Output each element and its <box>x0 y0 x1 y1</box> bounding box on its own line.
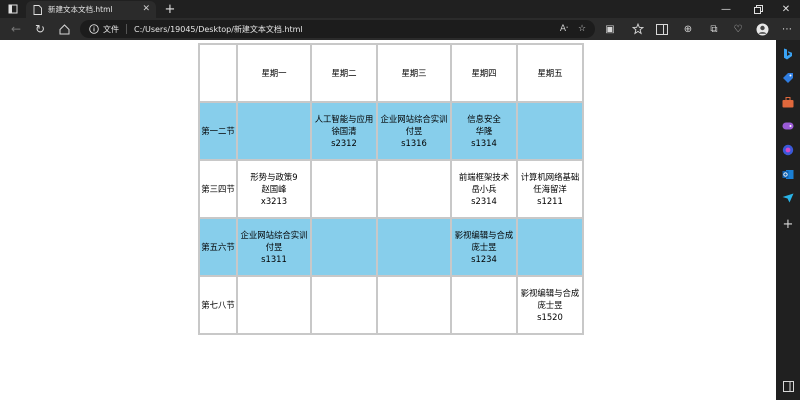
period-label: 第一二节 <box>199 102 237 160</box>
course-cell <box>311 160 377 218</box>
tab-current[interactable]: 新建文本文档.html ✕ <box>26 1 156 18</box>
course-cell: 计算机网络基础 任海留洋 s1211 <box>517 160 583 218</box>
file-icon <box>32 4 43 15</box>
add-sidebar-app-icon[interactable]: + <box>780 216 796 232</box>
header-cell-friday: 星期五 <box>517 44 583 102</box>
course-cell <box>377 160 451 218</box>
period-row: 第五六节 企业网站综合实训 付昱 s1311 影视编辑与合成 庞士昱 s1234 <box>199 218 583 276</box>
course-cell <box>311 218 377 276</box>
tab-close-icon[interactable]: ✕ <box>142 4 150 14</box>
tab-title: 新建文本文档.html <box>48 5 113 14</box>
course-cell: 人工智能与应用 徐国清 s2312 <box>311 102 377 160</box>
period-label: 第七八节 <box>199 276 237 334</box>
toolbar: ← ↻ 文件 C:/Users/19045/Desktop/新建文本文档.htm… <box>0 18 800 40</box>
address-divider <box>126 24 127 34</box>
send-icon[interactable] <box>780 190 796 206</box>
tab-actions-icon[interactable] <box>2 0 24 18</box>
collections-icon[interactable]: ⊕ <box>680 21 696 37</box>
course-cell: 影视编辑与合成 庞士昱 s1234 <box>451 218 517 276</box>
course-cell <box>237 276 311 334</box>
course-cell <box>517 218 583 276</box>
games-icon[interactable] <box>780 118 796 134</box>
header-cell-tuesday: 星期二 <box>311 44 377 102</box>
restore-button[interactable] <box>744 0 772 18</box>
header-cell-thursday: 星期四 <box>451 44 517 102</box>
split-screen-icon[interactable]: ▣ <box>602 21 618 37</box>
edge-sidebar: + <box>776 40 800 400</box>
address-scheme-label: 文件 <box>103 24 119 34</box>
read-aloud-icon[interactable]: Aᵃ <box>557 22 571 36</box>
tag-icon[interactable] <box>780 70 796 86</box>
period-row: 第七八节 影视编辑与合成 庞士昱 s1520 <box>199 276 583 334</box>
info-icon[interactable] <box>88 24 99 35</box>
favorite-star-icon[interactable]: ☆ <box>575 22 589 36</box>
course-cell: 企业网站综合实训 付昱 s1311 <box>237 218 311 276</box>
period-label: 第三四节 <box>199 160 237 218</box>
refresh-button[interactable]: ↻ <box>30 20 50 38</box>
more-menu-icon[interactable]: ⋯ <box>779 21 795 37</box>
address-url[interactable]: C:/Users/19045/Desktop/新建文本文档.html <box>134 24 303 35</box>
address-bar[interactable]: 文件 C:/Users/19045/Desktop/新建文本文档.html Aᵃ… <box>80 20 595 38</box>
home-button[interactable] <box>54 20 74 38</box>
period-label: 第五六节 <box>199 218 237 276</box>
back-button[interactable]: ← <box>6 20 26 38</box>
close-window-button[interactable]: ✕ <box>772 0 800 18</box>
page-viewport: 星期一 星期二 星期三 星期四 星期五 第一二节 人工智能与应用 徐国清 s2312… <box>0 40 776 400</box>
course-cell <box>237 102 311 160</box>
period-row: 第一二节 人工智能与应用 徐国清 s2312 企业网站综合实训 付昱 s1316 信息安… <box>199 102 583 160</box>
course-cell <box>377 276 451 334</box>
favorites-icon[interactable] <box>630 21 646 37</box>
profile-avatar-icon[interactable] <box>754 21 770 37</box>
course-cell: 形势与政策9 赵国峰 x3213 <box>237 160 311 218</box>
course-cell: 前端框架技术 岳小兵 s2314 <box>451 160 517 218</box>
browser-essentials-icon[interactable]: ♡ <box>730 21 746 37</box>
course-cell: 企业网站综合实训 付昱 s1316 <box>377 102 451 160</box>
copilot-icon[interactable] <box>780 142 796 158</box>
extensions-icon[interactable]: ⧉ <box>706 21 722 37</box>
new-tab-button[interactable]: + <box>160 0 180 18</box>
course-cell: 信息安全 华隆 s1314 <box>451 102 517 160</box>
header-cell-monday: 星期一 <box>237 44 311 102</box>
bing-chat-icon[interactable] <box>780 46 796 62</box>
title-bar: 新建文本文档.html ✕ + — ✕ <box>0 0 800 18</box>
course-cell: 影视编辑与合成 庞士昱 s1520 <box>517 276 583 334</box>
course-cell <box>377 218 451 276</box>
header-cell-corner <box>199 44 237 102</box>
timetable: 星期一 星期二 星期三 星期四 星期五 第一二节 人工智能与应用 徐国清 s2312… <box>198 43 584 335</box>
sidebar-toggle-icon[interactable] <box>654 21 670 37</box>
header-cell-wednesday: 星期三 <box>377 44 451 102</box>
minimize-button[interactable]: — <box>712 0 740 18</box>
tools-icon[interactable] <box>780 94 796 110</box>
outlook-icon[interactable] <box>780 166 796 182</box>
sidebar-settings-icon[interactable] <box>780 378 796 394</box>
course-cell <box>451 276 517 334</box>
course-cell <box>517 102 583 160</box>
header-row: 星期一 星期二 星期三 星期四 星期五 <box>199 44 583 102</box>
course-cell <box>311 276 377 334</box>
period-row: 第三四节 形势与政策9 赵国峰 x3213 前端框架技术 岳小兵 s2314 计算机网络… <box>199 160 583 218</box>
